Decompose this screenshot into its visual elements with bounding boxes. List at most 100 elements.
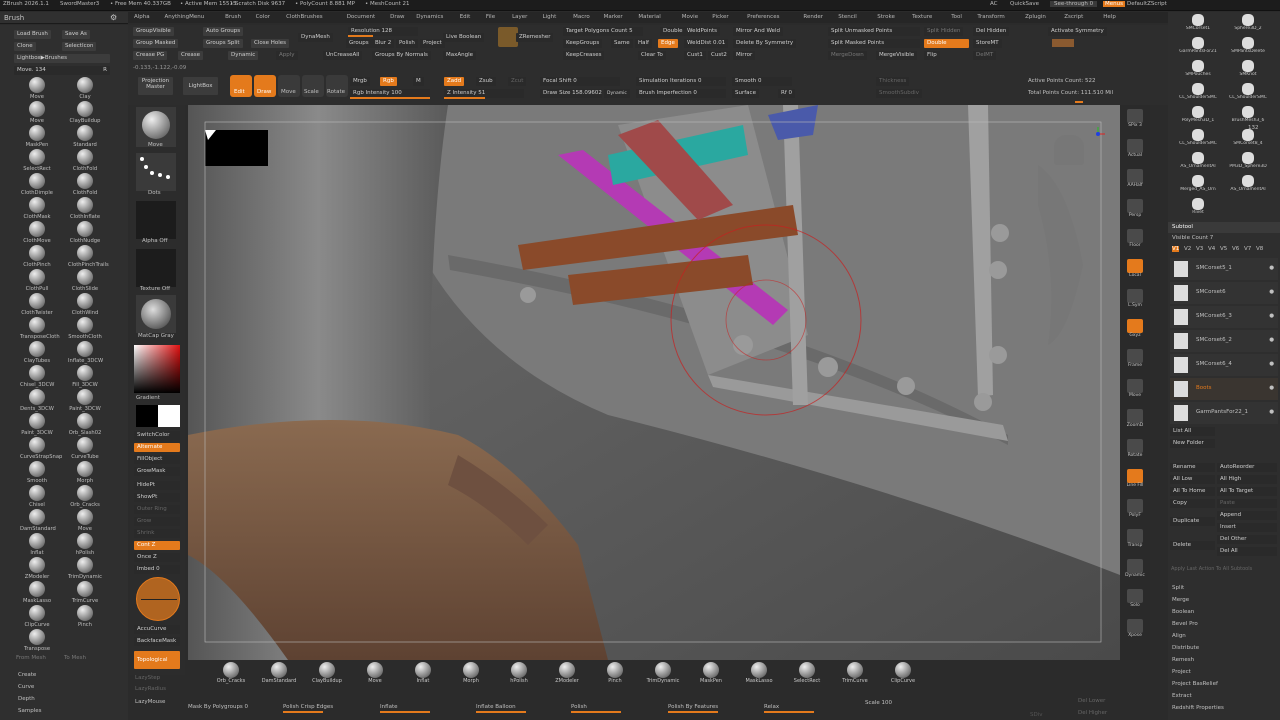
eye-icon[interactable]: ● <box>1269 337 1274 343</box>
select-icon-button[interactable]: SelectIcon <box>62 42 97 51</box>
shelf-brush-trimdynamic[interactable]: TrimDynamic <box>640 662 686 690</box>
brush-item-move[interactable]: Move <box>20 101 54 124</box>
smooth-slider[interactable]: Smooth 0 <box>732 77 792 86</box>
version-v8[interactable]: V8 <box>1256 246 1263 252</box>
surface-button[interactable]: Surface <box>732 89 759 98</box>
split-unmasked-button[interactable]: Split Unmasked Points <box>828 27 920 36</box>
remesh-menu[interactable]: Remesh <box>1172 657 1194 663</box>
brush-item-inflate-3dcw[interactable]: Inflate_3DCW <box>68 341 103 364</box>
tool-thumb-smpouches[interactable]: SMPouches <box>1170 60 1226 82</box>
polish-by-features-slider[interactable]: Polish By Features <box>668 704 718 710</box>
view-button-floor[interactable]: Floor <box>1124 229 1146 255</box>
brush-item-pinch[interactable]: Pinch <box>68 605 102 628</box>
shelf-brush-masklasso[interactable]: MaskLasso <box>736 662 782 690</box>
view-button-local[interactable]: Local <box>1124 259 1146 285</box>
menu-document[interactable]: Document <box>347 14 376 20</box>
eye-icon[interactable]: ● <box>1269 265 1274 271</box>
eye-icon[interactable]: ● <box>1269 385 1274 391</box>
quicksave-button[interactable]: QuickSave <box>1010 1 1039 7</box>
brush-item-move[interactable]: Move <box>20 77 54 100</box>
secondary-color-swatch[interactable] <box>136 405 158 427</box>
version-v5[interactable]: V5 <box>1220 246 1227 252</box>
groups-button[interactable]: Groups <box>346 39 372 48</box>
store-mt-button[interactable]: StoreMT <box>973 39 1002 48</box>
brush-item-paint-3dcw[interactable]: Paint_3DCW <box>20 413 54 436</box>
tool-thumb-polymesh3d-1[interactable]: PolyMesh3D_1 <box>1170 106 1226 128</box>
live-boolean-button[interactable]: Live Boolean <box>443 33 485 42</box>
menu-preferences[interactable]: Preferences <box>747 14 779 20</box>
eye-icon[interactable]: ● <box>1269 409 1274 415</box>
view-button-polyf[interactable]: PolyF <box>1124 499 1146 525</box>
copy-button[interactable]: Copy <box>1170 499 1215 508</box>
gradient-label[interactable]: Gradient <box>136 395 160 401</box>
menu-light[interactable]: Light <box>543 14 557 20</box>
shelf-brush-selectrect[interactable]: SelectRect <box>784 662 830 690</box>
smooth-subdiv-button[interactable]: SmoothSubdiv <box>876 89 922 98</box>
menu-stencil[interactable]: Stencil <box>838 14 857 20</box>
subtool-header[interactable]: Subtool <box>1168 222 1280 233</box>
view-button-zoomd[interactable]: ZoomD <box>1124 409 1146 435</box>
outer-ring-button[interactable]: Outer Ring <box>134 505 180 514</box>
brush-slider[interactable]: Move. 134 R <box>14 66 110 75</box>
fill-object-button[interactable]: FillObject <box>134 455 180 464</box>
dynamesh-button[interactable]: DynaMesh <box>298 33 333 42</box>
crease-button[interactable]: Crease <box>178 51 203 60</box>
scale-slider[interactable]: Scale 100 <box>865 700 892 706</box>
del-lower-button[interactable]: Del Lower <box>1078 698 1105 704</box>
brush-item-smooth[interactable]: Smooth <box>20 461 54 484</box>
tool-thumb-garmpantsfor21[interactable]: GarmPantsFor21 <box>1170 37 1226 59</box>
cont-z-button[interactable]: Cont Z <box>134 541 180 550</box>
brush-palette-header[interactable]: Brush ⚙ <box>0 12 128 24</box>
once-z-button[interactable]: Once Z <box>134 553 180 562</box>
menu-dynamics[interactable]: Dynamics <box>416 14 443 20</box>
zcut-button[interactable]: Zcut <box>508 77 527 86</box>
tool-thumb-smknot[interactable]: SMKnot <box>1220 60 1276 82</box>
version-v7[interactable]: V7 <box>1244 246 1251 252</box>
axis-gizmo-icon[interactable] <box>1091 127 1105 141</box>
brush-item-clothslide[interactable]: ClothSlide <box>68 269 102 292</box>
weld-points-button[interactable]: WeldPoints <box>684 27 721 36</box>
view-button-transp[interactable]: Transp <box>1124 529 1146 555</box>
same-button[interactable]: Same <box>611 39 633 48</box>
version-v3[interactable]: V3 <box>1196 246 1203 252</box>
crease-pg-button[interactable]: Crease PG <box>133 51 168 60</box>
eye-icon[interactable]: ● <box>1269 289 1274 295</box>
shelf-brush-claybuildup[interactable]: ClayBuildup <box>304 662 350 690</box>
thickness-slider[interactable]: Thickness <box>876 77 910 86</box>
half-button[interactable]: Half <box>635 39 652 48</box>
tool-thumb-cl-shouldersmc[interactable]: CL_ShoulderSMC <box>1170 129 1226 151</box>
menu-color[interactable]: Color <box>256 14 270 20</box>
brush-item-zmodeler[interactable]: ZModeler <box>20 557 54 580</box>
all-to-home-button[interactable]: All To Home <box>1170 487 1215 496</box>
keep-groups-button[interactable]: KeepGroups <box>563 39 603 48</box>
view-button-l-sym[interactable]: L.Sym <box>1124 289 1146 315</box>
brush-item-inflat[interactable]: Inflat <box>20 533 54 556</box>
double-toggle[interactable]: Double <box>924 39 969 48</box>
groups-split-button[interactable]: Groups Split <box>203 39 243 48</box>
version-v6[interactable]: V6 <box>1232 246 1239 252</box>
subtool-row-smcorset6-4[interactable]: SMCorset6_4 ● <box>1170 354 1278 376</box>
del-all-button[interactable]: Del All <box>1217 547 1277 556</box>
tool-thumb-pm3d-sphere3d[interactable]: PM3D_Sphere3D <box>1220 152 1276 174</box>
del-higher-button[interactable]: Del Higher <box>1078 710 1107 716</box>
view-orientation-head-icon[interactable] <box>1054 135 1084 165</box>
dynamic-size-toggle[interactable]: Dynamic <box>604 89 630 98</box>
eye-icon[interactable]: ● <box>1269 313 1274 319</box>
tool-thumb-smcorset1[interactable]: SMCorset1 <box>1170 14 1226 36</box>
version-v2[interactable]: V2 <box>1184 246 1191 252</box>
menu-marker[interactable]: Marker <box>604 14 623 20</box>
zremesher-button[interactable]: ZRemesher <box>516 33 554 42</box>
project-bas-relief-menu[interactable]: Project BasRelief <box>1172 681 1218 687</box>
del-hidden-button[interactable]: Del Hidden <box>973 27 1010 36</box>
view-button-persp[interactable]: Persp <box>1124 199 1146 225</box>
load-brush-button[interactable]: Load Brush <box>14 30 51 39</box>
menu-zplugin[interactable]: Zplugin <box>1025 14 1046 20</box>
view-button-actual[interactable]: Actual <box>1124 139 1146 165</box>
tool-thumb-rivet[interactable]: Rivet <box>1170 198 1226 220</box>
rf-slider[interactable]: Rf 0 <box>778 89 796 98</box>
mirror-weld-button[interactable]: Mirror And Weld <box>733 27 783 36</box>
subtool-row-smcorset6[interactable]: SMCorset6 ● <box>1170 282 1278 304</box>
menu-layer[interactable]: Layer <box>512 14 527 20</box>
menu-texture[interactable]: Texture <box>912 14 932 20</box>
delete-button[interactable]: Delete <box>1170 541 1215 550</box>
